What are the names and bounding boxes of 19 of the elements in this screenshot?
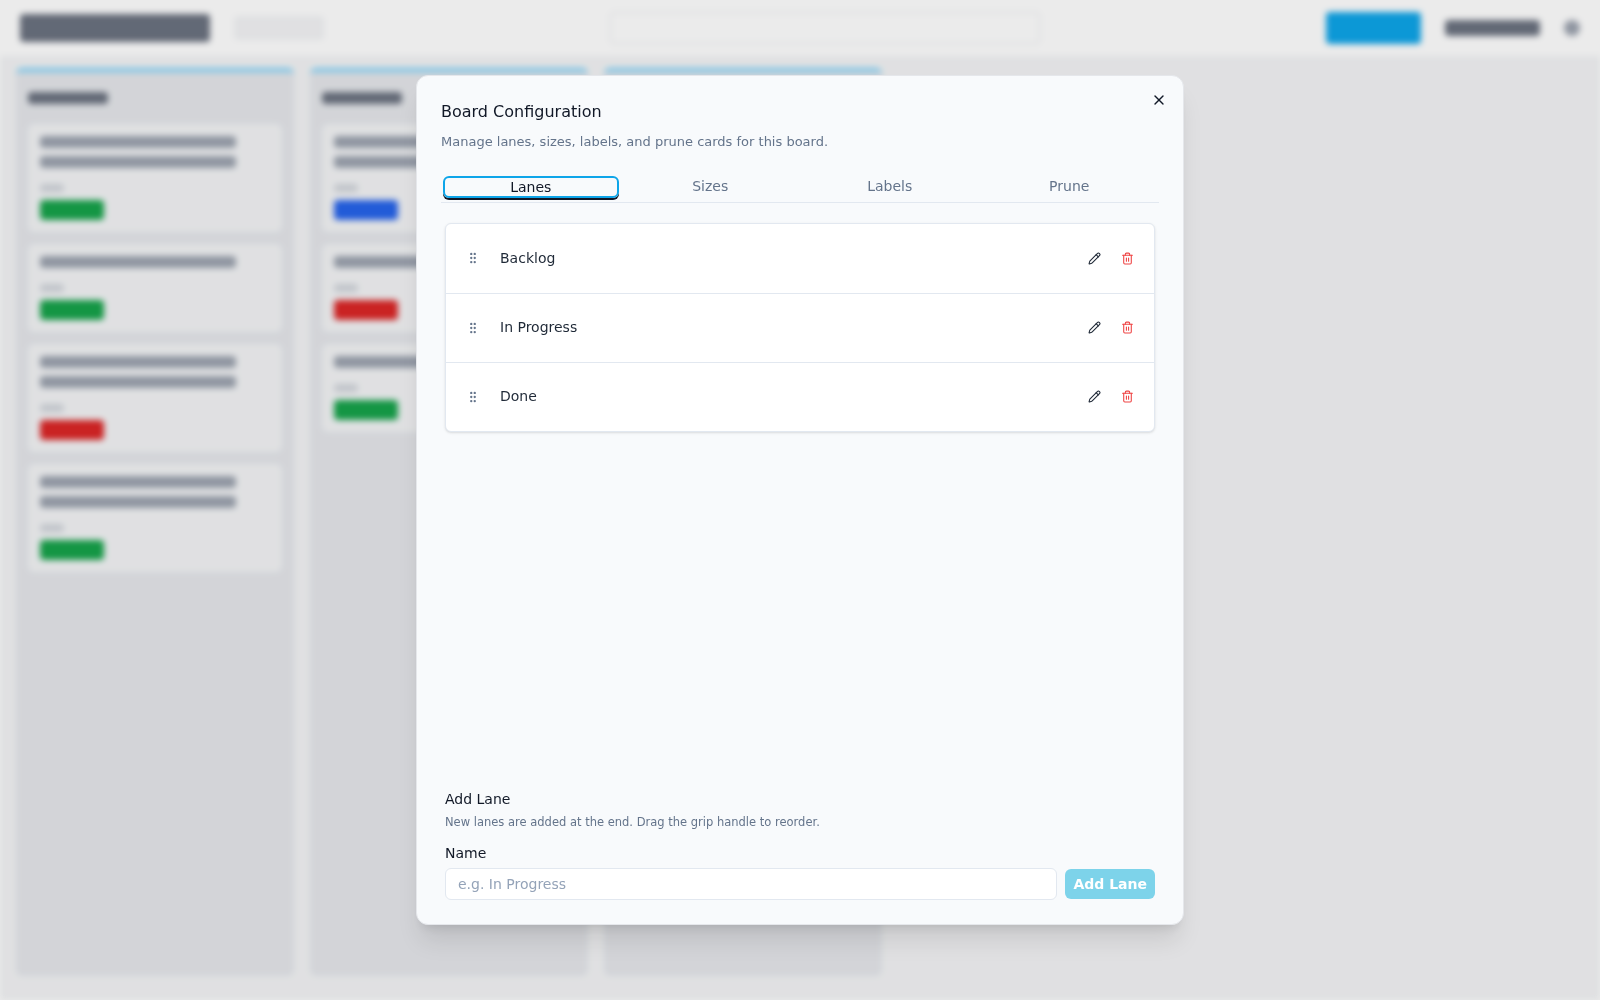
dialog-title: Board Configuration — [441, 101, 603, 123]
edit-icon[interactable] — [1088, 321, 1101, 334]
name-field[interactable]: e.g. In Progress — [445, 868, 1058, 900]
edit-icon[interactable] — [1088, 251, 1101, 265]
lane-name: In Progress — [500, 318, 578, 337]
tab[interactable]: Prune — [979, 175, 1159, 198]
delete-icon[interactable] — [1121, 390, 1134, 403]
tab[interactable]: Sizes — [620, 175, 800, 198]
field-label: Name — [445, 844, 488, 863]
delete-icon[interactable] — [1121, 321, 1134, 334]
lane-name: Backlog — [500, 248, 556, 268]
section-hint: New lanes are added at the end. Drag the grip handle to reorder. — [445, 813, 821, 831]
lane-name: Done — [500, 387, 537, 406]
tab[interactable]: Lanes — [443, 175, 619, 198]
tab[interactable]: Labels — [800, 175, 980, 198]
edit-icon[interactable] — [1088, 390, 1101, 403]
delete-icon[interactable] — [1121, 251, 1134, 265]
dialog-description: Manage lanes, sizes, labels, and prune cards for this board. — [441, 133, 830, 151]
section-heading: Add Lane — [445, 789, 512, 809]
